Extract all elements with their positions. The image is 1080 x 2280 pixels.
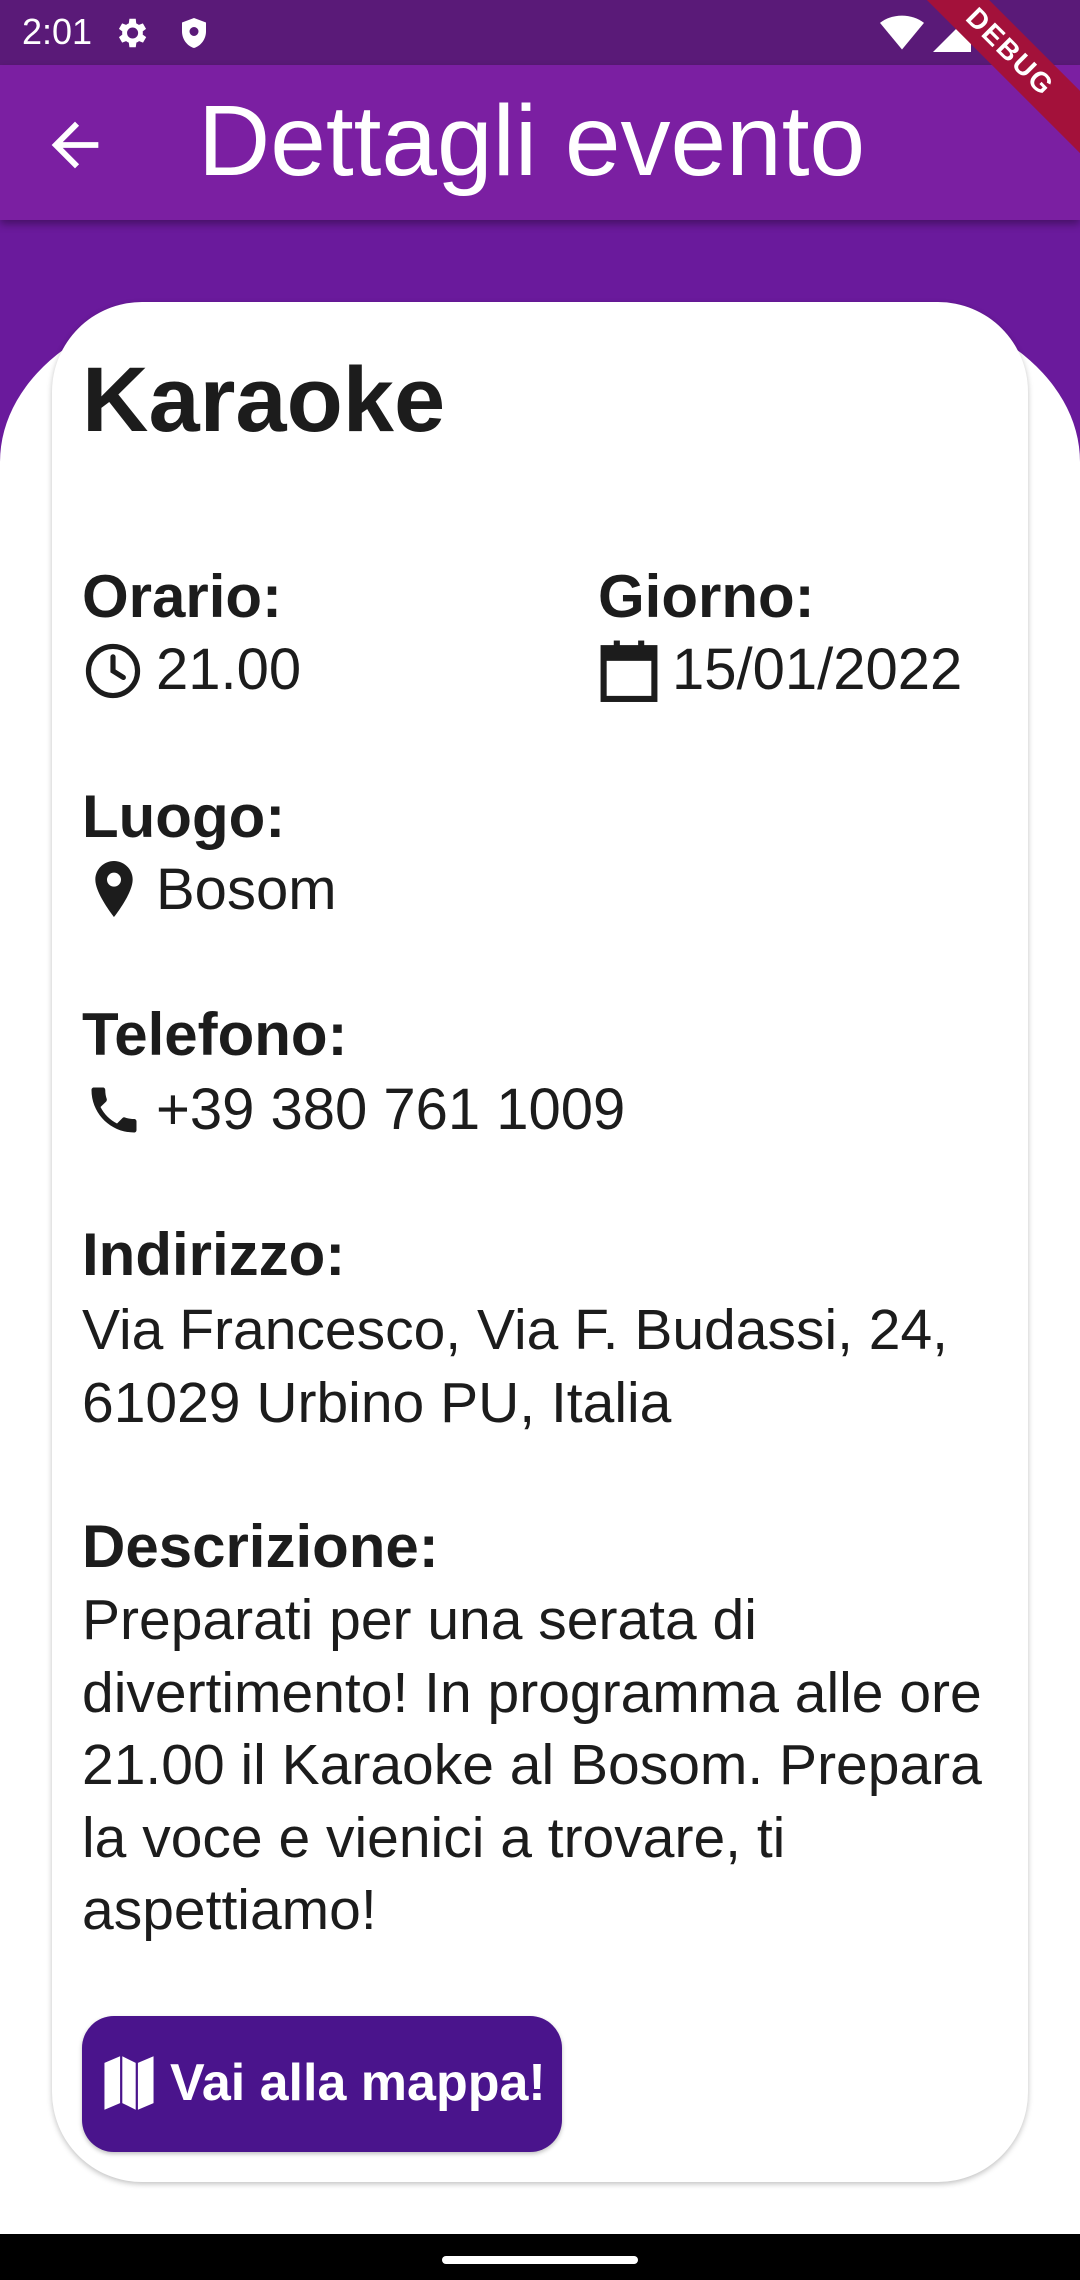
place-value: Bosom (156, 857, 337, 922)
status-bar: 2:01 DEBUG (0, 0, 1080, 160)
shield-icon (182, 18, 206, 48)
day-label: Giorno: (598, 563, 815, 630)
status-time: 2:01 (22, 11, 93, 52)
gear-icon (118, 18, 147, 48)
time-value: 21.00 (156, 637, 302, 702)
location-pin-icon (95, 861, 133, 917)
clock-icon (85, 643, 141, 699)
navigation-bar (0, 2234, 1080, 2280)
time-label: Orario: (82, 563, 283, 630)
description-value: Preparati per una serata di divertimento… (82, 1588, 982, 1942)
map-icon (104, 2056, 154, 2110)
address-label: Indirizzo: (82, 1221, 346, 1288)
home-gesture-handle[interactable] (442, 2256, 638, 2264)
phone-label: Telefono: (82, 1001, 348, 1068)
arrow-back-icon[interactable] (40, 110, 110, 180)
phone-icon[interactable] (84, 1080, 144, 1140)
page-title: Dettagli evento (198, 85, 866, 197)
wifi-icon (880, 15, 924, 50)
place-label: Luogo: (82, 783, 286, 850)
address-value: Via Francesco, Via F. Budassi, 24, 61029… (82, 1298, 949, 1435)
phone-value[interactable]: +39 380 761 1009 (156, 1074, 625, 1146)
description-label: Descrizione: (82, 1513, 439, 1580)
screen: 2:01 DEBUG Dettagli evento Karaoke Orari… (0, 0, 1080, 2280)
app-bar: Dettagli evento (0, 65, 1080, 220)
open-map-button-label: Vai alla mappa! (170, 2054, 546, 2112)
calendar-icon (600, 640, 658, 702)
day-value: 15/01/2022 (672, 637, 963, 702)
event-title: Karaoke (82, 349, 446, 451)
open-map-button[interactable]: Vai alla mappa! (82, 2016, 562, 2152)
